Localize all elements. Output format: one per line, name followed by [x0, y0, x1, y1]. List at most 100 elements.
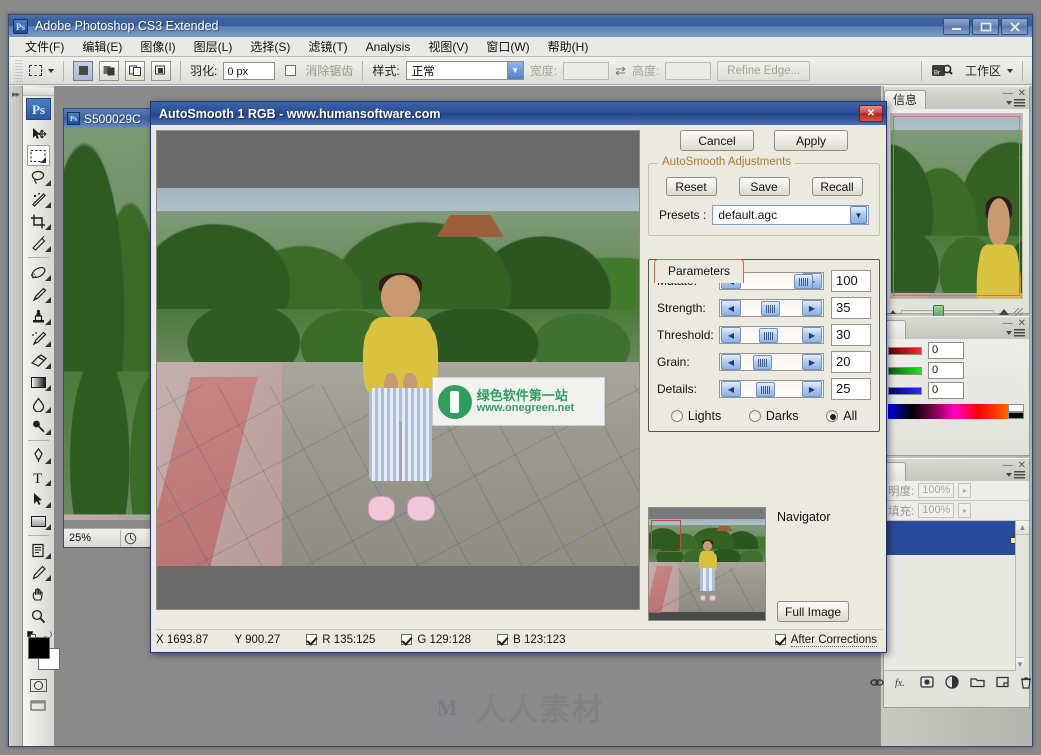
blue-slider[interactable]: [888, 386, 922, 395]
threshold-track[interactable]: [742, 327, 801, 343]
blue-readout-checkbox[interactable]: [497, 633, 509, 645]
red-readout-checkbox[interactable]: [306, 633, 318, 645]
cancel-button[interactable]: Cancel: [680, 130, 754, 151]
layer-row-background[interactable]: [884, 521, 1029, 555]
threshold-value[interactable]: 30: [831, 324, 871, 346]
radio-darks[interactable]: Darks: [748, 409, 799, 423]
foreground-color-swatch[interactable]: [28, 637, 50, 659]
slider-right-arrow-icon[interactable]: ▶: [802, 327, 822, 343]
menu-item-window[interactable]: 窗口(W): [478, 36, 537, 57]
mask-icon[interactable]: [920, 675, 934, 690]
rectangular-marquee-tool[interactable]: [27, 145, 50, 166]
minimize-icon[interactable]: [943, 18, 970, 35]
preview-canvas[interactable]: 绿色软件第一站 www.onegreen.net: [156, 130, 640, 610]
close-icon[interactable]: ✕: [1018, 318, 1026, 329]
zoom-out-icon[interactable]: [890, 310, 896, 314]
threshold-thumb[interactable]: [759, 328, 779, 343]
panel-menu-button[interactable]: [1006, 471, 1025, 479]
zoom-in-icon[interactable]: [999, 309, 1009, 315]
close-icon[interactable]: ✕: [1018, 88, 1026, 99]
details-value[interactable]: 25: [831, 378, 871, 400]
scroll-down-icon[interactable]: ▼: [1016, 657, 1024, 671]
after-corrections-checkbox[interactable]: [774, 633, 786, 645]
options-bar-grip[interactable]: [15, 59, 23, 82]
spectrum-strip[interactable]: [888, 404, 1008, 419]
document-title-bar[interactable]: Ps S500029C: [64, 109, 162, 128]
blur-tool[interactable]: [23, 393, 54, 415]
zoom-level[interactable]: 25%: [64, 532, 120, 544]
menu-item-edit[interactable]: 编辑(E): [74, 36, 130, 57]
mutate-value[interactable]: 100: [831, 270, 871, 292]
gradient-tool[interactable]: [23, 371, 54, 393]
recall-button[interactable]: Recall: [811, 177, 863, 196]
menu-item-layer[interactable]: 图层(L): [186, 36, 241, 57]
menu-item-file[interactable]: 文件(F): [17, 36, 72, 57]
dialog-navigator-view-box[interactable]: [651, 520, 681, 552]
clone-stamp-tool[interactable]: [23, 305, 54, 327]
color-spectrum-ramp[interactable]: [888, 404, 1024, 419]
slider-right-arrow-icon[interactable]: ▶: [802, 300, 822, 316]
fx-icon[interactable]: fx.: [895, 675, 909, 690]
radio-lights[interactable]: Lights: [670, 409, 721, 423]
tab-info[interactable]: 信息: [884, 90, 927, 109]
scroll-up-icon[interactable]: ▲: [1016, 521, 1029, 535]
save-button[interactable]: Save: [738, 177, 790, 196]
style-select[interactable]: 正常 ▼: [405, 61, 524, 80]
move-tool[interactable]: [23, 123, 54, 145]
refine-edge-button[interactable]: Refine Edge...: [717, 60, 811, 81]
history-brush-tool[interactable]: [23, 327, 54, 349]
tab-parameters[interactable]: Parameters: [654, 259, 745, 283]
dialog-title-bar[interactable]: AutoSmooth 1 RGB - www.humansoftware.com…: [151, 102, 886, 125]
screen-mode-button[interactable]: [23, 697, 54, 715]
menu-item-help[interactable]: 帮助(H): [540, 36, 597, 57]
path-selection-tool[interactable]: [23, 488, 54, 510]
collapse-icon[interactable]: —: [1003, 88, 1013, 99]
slice-tool[interactable]: [23, 232, 54, 254]
magic-wand-tool[interactable]: [23, 188, 54, 210]
dodge-tool[interactable]: [23, 415, 54, 437]
details-slider[interactable]: ◀ ▶: [719, 380, 824, 398]
details-thumb[interactable]: [756, 382, 776, 397]
workspace-label[interactable]: 工作区: [965, 62, 1001, 79]
quick-mask-button[interactable]: [23, 676, 54, 694]
dialog-close-button[interactable]: ✕: [859, 105, 883, 122]
subtract-from-selection-button[interactable]: [125, 60, 145, 81]
swap-dimensions-icon[interactable]: ⇄: [615, 63, 626, 79]
blue-value[interactable]: 0: [928, 382, 964, 399]
hand-tool[interactable]: [23, 583, 54, 605]
tab-layers[interactable]: [884, 462, 906, 481]
menu-item-filter[interactable]: 滤镜(T): [300, 36, 355, 57]
close-icon[interactable]: ✕: [1018, 460, 1026, 471]
slider-right-arrow-icon[interactable]: ▶: [802, 381, 822, 397]
lasso-tool[interactable]: [23, 166, 54, 188]
mutate-thumb[interactable]: [793, 274, 813, 289]
slider-left-arrow-icon[interactable]: ◀: [721, 300, 741, 316]
slider-left-arrow-icon[interactable]: ◀: [721, 354, 741, 370]
add-to-selection-button[interactable]: [99, 60, 119, 81]
dialog-navigator-thumbnail[interactable]: [648, 507, 766, 621]
left-dock-strip[interactable]: ▸▸: [9, 86, 23, 746]
tool-preset-chevron-down-icon[interactable]: [48, 68, 54, 73]
apply-button[interactable]: Apply: [774, 130, 848, 151]
brush-tool[interactable]: [23, 283, 54, 305]
layer-list-scrollbar[interactable]: ▲ ▼: [1015, 521, 1029, 671]
crop-tool[interactable]: [23, 210, 54, 232]
close-icon[interactable]: [1001, 18, 1028, 35]
green-slider[interactable]: [888, 366, 922, 375]
intersect-selection-button[interactable]: [151, 60, 171, 81]
strength-slider[interactable]: ◀ ▶: [719, 299, 824, 317]
panel-menu-button[interactable]: [1006, 329, 1025, 337]
menu-item-select[interactable]: 选择(S): [242, 36, 298, 57]
bridge-icon[interactable]: Br: [931, 62, 953, 80]
navigator-thumbnail[interactable]: [890, 113, 1023, 299]
pen-tool[interactable]: [23, 444, 54, 466]
healing-brush-tool[interactable]: [23, 261, 54, 283]
maximize-icon[interactable]: [972, 18, 999, 35]
strength-thumb[interactable]: [761, 301, 781, 316]
red-slider[interactable]: [888, 346, 922, 355]
grain-slider[interactable]: ◀ ▶: [719, 353, 824, 371]
full-image-button[interactable]: Full Image: [777, 601, 849, 622]
presets-select[interactable]: default.agc ▼: [712, 205, 869, 225]
green-value[interactable]: 0: [928, 362, 964, 379]
width-input[interactable]: [563, 61, 610, 80]
